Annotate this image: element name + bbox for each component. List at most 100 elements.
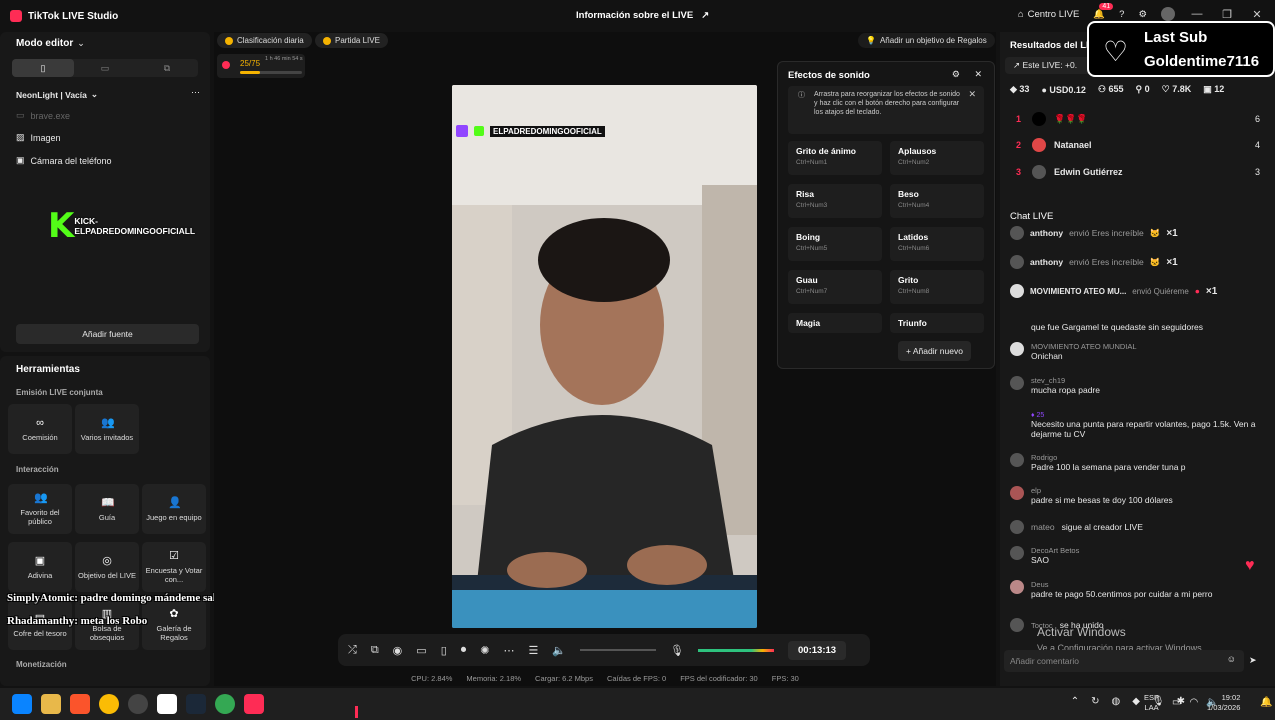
add-source-button[interactable]: Añadir fuente xyxy=(16,324,199,344)
screen-icon[interactable]: ▭ xyxy=(416,644,426,657)
sfx-risa[interactable]: Risa Ctrl+Num3 xyxy=(788,184,882,218)
sfx-triunfo[interactable]: Triunfo xyxy=(890,313,984,333)
chrome-icon[interactable] xyxy=(99,694,119,714)
live-match-pill[interactable]: Partida LIVE xyxy=(315,33,388,48)
sfx-beso[interactable]: Beso Ctrl+Num4 xyxy=(890,184,984,218)
title-bar: TikTok LIVE Studio Información sobre el … xyxy=(0,0,1275,32)
mixer-icon[interactable]: ☰ xyxy=(528,644,538,657)
file-explorer-icon[interactable] xyxy=(41,694,61,714)
stat-diamonds: ◆ 33 xyxy=(1010,84,1030,94)
chat-message: elp padre si me besas te doy 100 dólares xyxy=(1010,486,1270,505)
tiktok-live-studio-icon[interactable] xyxy=(244,694,264,714)
juego-equipo-button[interactable]: 👤 Juego en equipo xyxy=(142,484,206,534)
wifi-icon: ◠ xyxy=(1189,697,1199,708)
editor-panel: Modo editor ⌄ ▯ ▭ ⧉ NeonLight | Vacía ⌄ ⋯… xyxy=(0,32,210,352)
mode-selector[interactable]: Modo editor ⌄ xyxy=(16,38,85,49)
sync-icon[interactable]: ↻ xyxy=(1091,696,1099,707)
more-icon[interactable]: ⋯ xyxy=(503,644,514,657)
sfx-guau[interactable]: Guau Ctrl+Num7 xyxy=(788,270,882,304)
mic-level-meter[interactable] xyxy=(698,648,775,652)
chrome-profile-icon[interactable] xyxy=(215,694,235,714)
share-icon[interactable]: ↗ xyxy=(701,10,709,21)
obs-icon[interactable] xyxy=(128,694,148,714)
minimize-icon[interactable]: — xyxy=(1189,8,1205,20)
live-info-title[interactable]: Información sobre el LIVE xyxy=(576,10,693,21)
like-heart-icon: ♥ xyxy=(1245,557,1255,574)
objetivo-button[interactable]: ◎ Objetivo del LIVE xyxy=(75,542,139,592)
sfx-magia[interactable]: Magia xyxy=(788,313,882,333)
rank-row[interactable]: 2 Natanael 4 xyxy=(1016,138,1260,152)
live-info[interactable]: Información sobre el LIVE ↗ xyxy=(576,10,709,21)
steam-tray-icon[interactable]: ◍ xyxy=(1111,696,1120,707)
comment-input[interactable]: Añadir comentario ☺ xyxy=(1004,650,1244,672)
rank-row[interactable]: 1 🌹🌹🌹 6 xyxy=(1016,112,1260,126)
video-streamer-overlay: ELPADREDOMINGOOFICIAL xyxy=(456,125,605,137)
galeria-button[interactable]: ✿ Galería de Regalos xyxy=(142,600,206,650)
scene-icon[interactable]: ⧉ xyxy=(371,644,379,657)
rose-icon xyxy=(222,61,230,69)
status-bar: CPU: 2.84% Memoria: 2.18% Cargar: 6.2 Mb… xyxy=(411,673,799,683)
kick-icon xyxy=(474,126,484,136)
gift-icon: ● xyxy=(1194,286,1200,296)
mic-icon[interactable]: 🎙 xyxy=(670,644,684,657)
more-options-icon[interactable]: ⋯ xyxy=(191,87,200,98)
windows-start-icon[interactable] xyxy=(12,694,32,714)
notification-icon[interactable]: 🔔 41 xyxy=(1093,2,1114,20)
daily-ranking-pill[interactable]: Clasificación diaria xyxy=(217,33,312,48)
coemision-button[interactable]: ∞ Coemisión xyxy=(8,404,72,454)
lightbulb-icon: 💡 xyxy=(866,36,876,45)
notifications-icon[interactable]: 🔔 xyxy=(1260,697,1272,708)
ai-icon[interactable]: ◉ xyxy=(393,644,403,657)
close-icon[interactable]: ✕ xyxy=(974,69,982,80)
emoji-icon[interactable]: ☺ xyxy=(1227,654,1236,664)
store-icon[interactable] xyxy=(157,694,177,714)
avatar[interactable] xyxy=(1161,7,1175,21)
sfx-grito[interactable]: Grito Ctrl+Num8 xyxy=(890,270,984,304)
guia-button[interactable]: 📖 Guía xyxy=(75,484,139,534)
adivina-button[interactable]: ▣ Adivina xyxy=(8,542,72,592)
record-icon[interactable]: ⏺ xyxy=(461,644,467,657)
sfx-boing[interactable]: Boing Ctrl+Num5 xyxy=(788,227,882,261)
restore-icon[interactable]: ❐ xyxy=(1219,8,1235,21)
brave-icon[interactable] xyxy=(70,694,90,714)
match-icon xyxy=(323,36,331,45)
speaker-icon[interactable]: 🔈 xyxy=(552,644,566,657)
transition-icon[interactable]: ⤮ xyxy=(348,644,357,657)
speaker-volume-slider[interactable] xyxy=(580,649,657,651)
steam-icon[interactable] xyxy=(186,694,206,714)
network-tray-icon[interactable]: ◆ xyxy=(1132,696,1140,707)
close-icon[interactable]: ✕ xyxy=(968,90,976,99)
chevron-down-icon: ⌄ xyxy=(90,89,98,99)
add-gift-goal-button[interactable]: 💡 Añadir un objetivo de Regalos xyxy=(858,33,995,48)
gear-icon[interactable]: ⚙ xyxy=(1138,9,1147,20)
chat-message: DecoArt Betos SAO xyxy=(1010,546,1270,565)
source-camara[interactable]: ▣ Cámara del teléfono xyxy=(16,155,112,166)
source-imagen[interactable]: ▨ Imagen xyxy=(16,132,61,143)
add-new-sound-button[interactable]: + Añadir nuevo xyxy=(898,341,971,361)
chevron-up-icon[interactable]: ⌃ xyxy=(1071,696,1079,707)
live-goal-widget[interactable]: 25/75 1 h 46 min 54 s xyxy=(217,54,305,78)
landscape-layout-icon[interactable]: ▭ xyxy=(74,59,136,77)
dual-layout-icon[interactable]: ⧉ xyxy=(136,59,198,77)
tools-title: Herramientas xyxy=(16,364,80,375)
sfx-latidos[interactable]: Latidos Ctrl+Num6 xyxy=(890,227,984,261)
encuesta-button[interactable]: ☑ Encuesta y Votar con... xyxy=(142,542,206,592)
scene-selector[interactable]: NeonLight | Vacía ⌄ xyxy=(16,89,98,100)
send-icon[interactable]: ➤ xyxy=(1249,655,1257,666)
favorito-button[interactable]: 👥 Favorito del público xyxy=(8,484,72,534)
settings-icon[interactable]: ⚙ xyxy=(952,69,960,80)
clock[interactable]: 19:02 1/03/2026 xyxy=(1207,693,1240,713)
centro-live-button[interactable]: ⌂ Centro LIVE xyxy=(1018,9,1080,20)
guess-icon: ▣ xyxy=(34,554,46,567)
varios-invitados-button[interactable]: 👥 Varios invitados xyxy=(75,404,139,454)
sfx-grito-animo[interactable]: Grito de ánimo Ctrl+Num1 xyxy=(788,141,882,175)
close-icon[interactable]: ✕ xyxy=(1249,8,1265,21)
effects-icon[interactable]: ✺ xyxy=(480,644,489,657)
phone-icon[interactable]: ▯ xyxy=(441,644,447,657)
rank-row[interactable]: 3 Edwin Gutiérrez 3 xyxy=(1016,165,1260,179)
sfx-aplausos[interactable]: Aplausos Ctrl+Num2 xyxy=(890,141,984,175)
source-brave[interactable]: ▭ brave.exe xyxy=(16,110,70,121)
help-icon[interactable]: ? xyxy=(1119,9,1124,20)
portrait-layout-icon[interactable]: ▯ xyxy=(12,59,74,77)
language-indicator[interactable]: ESP LAA xyxy=(1144,693,1159,713)
